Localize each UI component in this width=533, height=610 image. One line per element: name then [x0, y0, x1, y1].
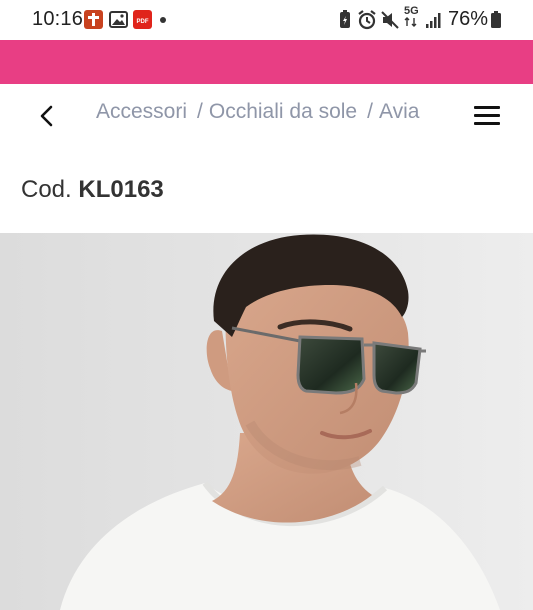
more-notifications-icon: [160, 17, 166, 23]
network-type-label: 5G: [404, 5, 419, 17]
svg-text:PDF: PDF: [137, 19, 149, 25]
back-arrow-icon[interactable]: [34, 102, 62, 130]
status-time: 10:16: [32, 8, 84, 30]
bible-app-icon: [84, 10, 103, 29]
header-bar: [0, 40, 533, 84]
breadcrumb: Accessori / Occhiali da sole / Avia: [96, 100, 444, 132]
product-code: Cod. KL0163: [21, 176, 164, 204]
gallery-icon: [109, 10, 128, 29]
hamburger-menu-icon[interactable]: [474, 106, 500, 126]
breadcrumb-separator: /: [197, 100, 203, 123]
breadcrumb-item-aviator[interactable]: Avia: [379, 100, 419, 124]
battery-saver-icon: [337, 9, 353, 36]
mute-icon: [380, 9, 400, 36]
battery-icon: [490, 9, 502, 36]
network-type-icon: 5G: [404, 6, 419, 27]
product-code-value: KL0163: [78, 176, 164, 203]
battery-percent: 76%: [448, 8, 489, 30]
product-code-label: Cod.: [21, 176, 72, 203]
product-image[interactable]: [0, 233, 533, 610]
alarm-icon: [356, 9, 378, 36]
signal-icon: [425, 9, 443, 36]
pdf-icon: PDF: [133, 10, 152, 29]
status-bar: 10:16 PDF 5G 76%: [0, 0, 533, 40]
breadcrumb-item-accessori[interactable]: Accessori: [96, 100, 187, 124]
navigation-row: Accessori / Occhiali da sole / Avia: [0, 84, 533, 148]
breadcrumb-item-occhiali-da-sole[interactable]: Occhiali da sole: [209, 100, 357, 124]
breadcrumb-separator: /: [367, 100, 373, 123]
